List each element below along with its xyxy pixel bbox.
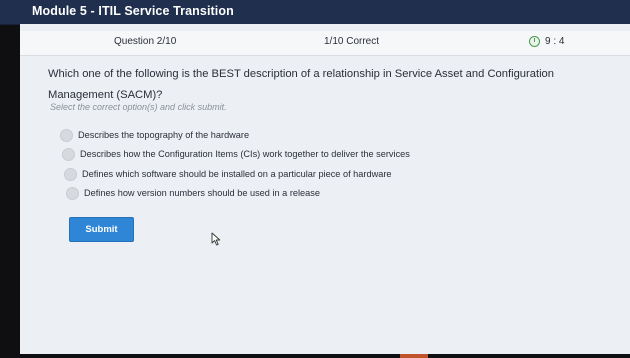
question-instruction: Select the correct option(s) and click s…: [50, 102, 227, 112]
timer-readout: 9 : 4: [545, 36, 565, 47]
answer-option-1[interactable]: Describes the topography of the hardware: [60, 127, 249, 143]
window-titlebar: Module 5 - ITIL Service Transition: [0, 0, 630, 25]
mouse-pointer-icon: [211, 232, 221, 246]
answer-option-4[interactable]: Defines how version numbers should be us…: [66, 185, 320, 201]
clock-icon: [529, 36, 540, 47]
radio-button[interactable]: [60, 128, 73, 142]
question-counter: Question 2/10: [114, 36, 177, 47]
radio-button[interactable]: [64, 167, 77, 181]
quiz-panel: Question 2/10 1/10 Correct 9 : 4 Which o…: [20, 24, 630, 358]
quiz-status-bar: Question 2/10 1/10 Correct 9 : 4: [20, 31, 630, 56]
answer-option-label[interactable]: Describes the topography of the hardware: [78, 130, 249, 140]
submit-button[interactable]: Submit: [69, 217, 134, 242]
answer-option-label[interactable]: Describes how the Configuration Items (C…: [80, 149, 410, 159]
app-title: Module 5 - ITIL Service Transition: [32, 4, 234, 18]
radio-button[interactable]: [62, 147, 75, 161]
answer-option-label[interactable]: Defines how version numbers should be us…: [84, 188, 320, 198]
answer-option-label[interactable]: Defines which software should be install…: [82, 169, 392, 179]
correct-counter: 1/10 Correct: [324, 36, 380, 47]
answer-option-2[interactable]: Describes how the Configuration Items (C…: [62, 146, 410, 162]
question-text: Which one of the following is the BEST d…: [48, 68, 554, 101]
radio-button[interactable]: [66, 186, 79, 200]
taskbar-indicator: [400, 354, 428, 358]
answer-option-3[interactable]: Defines which software should be install…: [64, 166, 392, 182]
